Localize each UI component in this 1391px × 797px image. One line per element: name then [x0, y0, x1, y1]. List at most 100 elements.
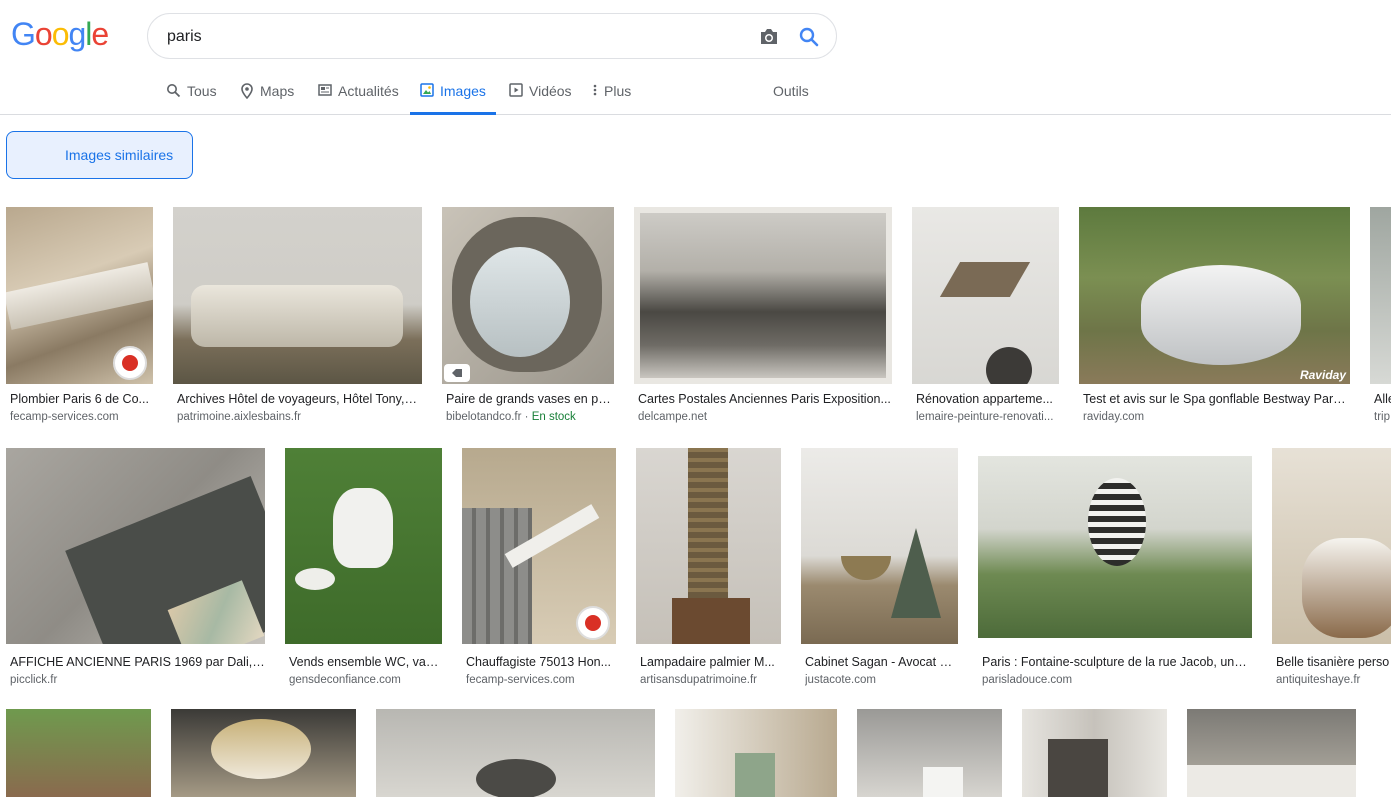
- result-card[interactable]: [675, 709, 837, 797]
- tab-label: Plus: [604, 83, 632, 99]
- result-card[interactable]: Paire de grands vases en po... bibelotan…: [442, 207, 614, 432]
- result-caption[interactable]: Belle tisanière perso: [1276, 655, 1391, 669]
- logo-letter: e: [91, 16, 109, 52]
- result-thumbnail[interactable]: [442, 207, 614, 384]
- result-caption[interactable]: Paire de grands vases en po...: [446, 392, 614, 406]
- search-box: [147, 13, 837, 59]
- result-source: lemaire-peinture-renovati...: [916, 411, 1054, 423]
- tab-more[interactable]: Plus: [592, 78, 631, 115]
- result-thumbnail[interactable]: [1272, 448, 1391, 644]
- map-pin-icon: [241, 83, 253, 99]
- result-card[interactable]: Belle tisanière perso antiquiteshaye.fr: [1272, 448, 1391, 688]
- result-thumbnail[interactable]: [171, 709, 356, 797]
- result-source: fecamp-services.com: [10, 411, 119, 423]
- tab-label: Images: [440, 83, 486, 99]
- result-card[interactable]: Paris : Fontaine-sculpture de la rue Jac…: [978, 448, 1252, 688]
- result-thumbnail[interactable]: [173, 207, 422, 384]
- result-caption[interactable]: Cabinet Sagan - Avocat D...: [805, 655, 958, 669]
- result-source: fecamp-services.com: [466, 674, 575, 686]
- search-icon: [167, 84, 181, 98]
- google-logo[interactable]: Google: [11, 16, 109, 53]
- plumber-logo-icon: [576, 606, 610, 640]
- search-input[interactable]: [167, 26, 727, 48]
- result-thumbnail[interactable]: [285, 448, 442, 644]
- result-thumbnail[interactable]: [6, 207, 153, 384]
- result-thumbnail[interactable]: [636, 448, 781, 644]
- result-thumbnail[interactable]: [634, 207, 892, 384]
- result-source: gensdeconfiance.com: [289, 674, 401, 686]
- result-card[interactable]: Plombier Paris 6 de Co... fecamp-service…: [6, 207, 153, 432]
- tab-label: Outils: [773, 83, 809, 99]
- tab-news[interactable]: Actualités: [318, 78, 399, 115]
- result-caption[interactable]: Vends ensemble WC, vas...: [289, 655, 442, 669]
- tab-tools[interactable]: Outils: [773, 78, 809, 115]
- result-caption[interactable]: Archives Hôtel de voyageurs, Hôtel Tony,…: [177, 392, 418, 406]
- more-vert-icon: [593, 84, 597, 96]
- result-card[interactable]: [171, 709, 356, 797]
- result-card[interactable]: Rénovation apparteme... lemaire-peinture…: [912, 207, 1059, 432]
- result-caption[interactable]: Lampadaire palmier M...: [640, 655, 781, 669]
- result-card[interactable]: [1187, 709, 1356, 797]
- tab-images[interactable]: Images: [410, 78, 496, 115]
- result-source: picclick.fr: [10, 674, 58, 686]
- result-thumbnail[interactable]: Raviday: [1079, 207, 1350, 384]
- result-caption[interactable]: Alle: [1374, 392, 1391, 406]
- result-source: antiquiteshaye.fr: [1276, 674, 1361, 686]
- result-card[interactable]: Cartes Postales Anciennes Paris Expositi…: [634, 207, 892, 432]
- result-caption[interactable]: Cartes Postales Anciennes Paris Expositi…: [638, 392, 892, 406]
- tab-all[interactable]: Tous: [166, 78, 217, 115]
- result-thumbnail[interactable]: [462, 448, 616, 644]
- header: Google Tous Maps Actualités Images Vi: [0, 0, 1391, 115]
- result-thumbnail[interactable]: [376, 709, 655, 797]
- result-card[interactable]: [376, 709, 655, 797]
- result-card[interactable]: Archives Hôtel de voyageurs, Hôtel Tony,…: [173, 207, 422, 432]
- result-thumbnail[interactable]: [6, 709, 151, 797]
- result-source: patrimoine.aixlesbains.fr: [177, 411, 302, 423]
- result-thumbnail[interactable]: [6, 448, 265, 644]
- result-source: bibelotandco.fr · En stock: [446, 411, 576, 423]
- result-thumbnail[interactable]: [1022, 709, 1167, 797]
- news-icon: [318, 84, 332, 96]
- result-card[interactable]: Cabinet Sagan - Avocat D... justacote.co…: [801, 448, 958, 688]
- tab-label: Tous: [187, 83, 217, 99]
- result-card[interactable]: [6, 709, 151, 797]
- result-source: delcampe.net: [638, 411, 708, 423]
- search-tabs: Tous Maps Actualités Images Vidéos Plus …: [0, 78, 900, 115]
- raviday-logo: Raviday: [1299, 368, 1346, 382]
- result-card[interactable]: Chauffagiste 75013 Hon... fecamp-service…: [462, 448, 616, 688]
- result-caption[interactable]: Paris : Fontaine-sculpture de la rue Jac…: [982, 655, 1252, 669]
- tag-icon: [444, 364, 470, 382]
- logo-letter: g: [68, 16, 86, 52]
- result-source: artisansdupatrimoine.fr: [640, 674, 757, 686]
- result-caption[interactable]: Plombier Paris 6 de Co...: [10, 392, 153, 406]
- result-source: raviday.com: [1083, 411, 1145, 423]
- tab-label: Vidéos: [529, 83, 572, 99]
- tab-videos[interactable]: Vidéos: [509, 78, 572, 115]
- logo-letter: o: [51, 16, 70, 52]
- result-card[interactable]: Raviday Test et avis sur le Spa gonflabl…: [1079, 207, 1350, 432]
- result-card[interactable]: [857, 709, 1002, 797]
- play-icon: [509, 83, 523, 97]
- result-thumbnail[interactable]: [857, 709, 1002, 797]
- result-card[interactable]: [1022, 709, 1167, 797]
- result-card[interactable]: AFFICHE ANCIENNE PARIS 1969 par Dali, to…: [6, 448, 265, 688]
- plumber-logo-icon: [113, 346, 147, 380]
- tab-maps[interactable]: Maps: [240, 78, 294, 115]
- result-caption[interactable]: Test et avis sur le Spa gonflable Bestwa…: [1083, 392, 1346, 406]
- result-thumbnail[interactable]: [1187, 709, 1356, 797]
- camera-icon[interactable]: [758, 27, 780, 47]
- result-caption[interactable]: AFFICHE ANCIENNE PARIS 1969 par Dali, to…: [10, 655, 265, 669]
- result-thumbnail[interactable]: [801, 448, 958, 644]
- result-card[interactable]: Vends ensemble WC, vas... gensdeconfianc…: [285, 448, 442, 688]
- result-caption[interactable]: Chauffagiste 75013 Hon...: [466, 655, 616, 669]
- result-thumbnail[interactable]: [912, 207, 1059, 384]
- similar-images-button[interactable]: Images similaires: [6, 131, 193, 179]
- result-thumbnail[interactable]: [1370, 207, 1391, 384]
- result-thumbnail[interactable]: [675, 709, 837, 797]
- search-icon[interactable]: [798, 26, 820, 48]
- result-caption[interactable]: Rénovation apparteme...: [916, 392, 1059, 406]
- result-thumbnail[interactable]: [978, 448, 1252, 644]
- logo-letter: G: [11, 16, 36, 52]
- result-card[interactable]: Alle trip: [1370, 207, 1391, 432]
- result-card[interactable]: Lampadaire palmier M... artisansdupatrim…: [636, 448, 781, 688]
